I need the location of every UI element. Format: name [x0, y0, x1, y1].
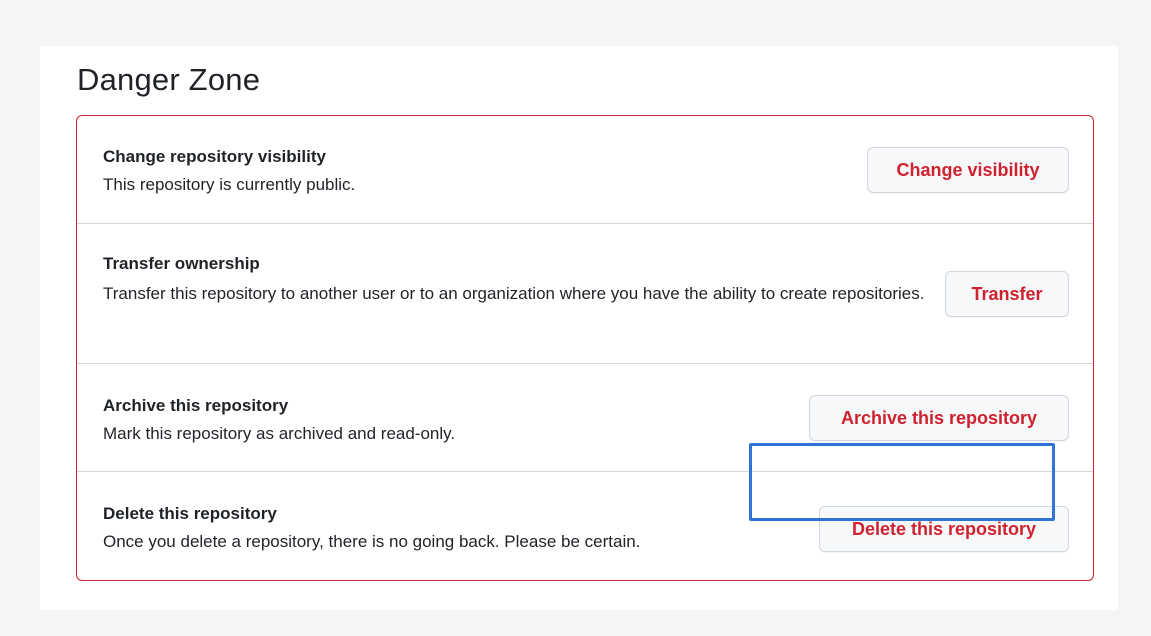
danger-row-archive: Archive this repository Mark this reposi…	[77, 364, 1093, 472]
danger-row-transfer: Transfer ownership Transfer this reposit…	[77, 224, 1093, 364]
transfer-button[interactable]: Transfer	[945, 271, 1069, 317]
page-title: Danger Zone	[77, 62, 261, 97]
danger-row-delete: Delete this repository Once you delete a…	[77, 472, 1093, 580]
change-visibility-button[interactable]: Change visibility	[867, 147, 1069, 193]
row-description: This repository is currently public.	[103, 175, 356, 194]
row-title: Archive this repository	[103, 396, 289, 415]
row-title: Transfer ownership	[103, 254, 260, 273]
archive-repository-button[interactable]: Archive this repository	[809, 395, 1069, 441]
row-description: Transfer this repository to another user…	[103, 284, 925, 303]
danger-zone-box: Change repository visibility This reposi…	[76, 115, 1094, 581]
row-description: Mark this repository as archived and rea…	[103, 424, 456, 443]
settings-card: Danger Zone Change repository visibility…	[40, 46, 1118, 610]
row-title: Delete this repository	[103, 504, 277, 523]
row-description: Once you delete a repository, there is n…	[103, 532, 641, 551]
delete-repository-button[interactable]: Delete this repository	[819, 506, 1069, 552]
danger-row-change-visibility: Change repository visibility This reposi…	[77, 116, 1093, 224]
row-title: Change repository visibility	[103, 147, 326, 166]
